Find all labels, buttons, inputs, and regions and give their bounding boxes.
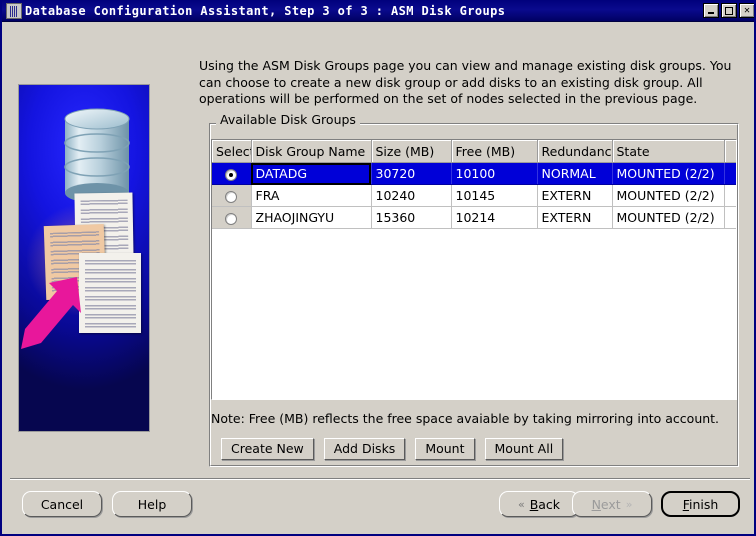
cancel-button[interactable]: Cancel [22, 491, 102, 517]
maximize-icon [722, 4, 736, 17]
table-row[interactable]: DATADG 30720 10100 NORMAL MOUNTED (2/2) [212, 163, 736, 185]
cell-free[interactable]: 10214 [451, 207, 537, 229]
disk-group-actions: Create New Add Disks Mount Mount All [221, 438, 563, 460]
back-button[interactable]: « Back [499, 491, 579, 517]
cell-redundancy[interactable]: NORMAL [537, 163, 612, 185]
column-header-stub [724, 140, 736, 163]
back-label: Back [530, 497, 560, 512]
pink-arrow-icon [19, 273, 89, 363]
cell-state[interactable]: MOUNTED (2/2) [612, 185, 724, 207]
chevron-left-icon: « [518, 498, 525, 511]
next-label: Next [592, 497, 621, 512]
cell-disk-group-name[interactable]: ZHAOJINGYU [251, 207, 371, 229]
table-header-row: Select Disk Group Name Size (MB) Free (M… [212, 140, 736, 163]
cell-state[interactable]: MOUNTED (2/2) [612, 207, 724, 229]
add-disks-button[interactable]: Add Disks [324, 438, 406, 460]
table-row[interactable]: ZHAOJINGYU 15360 10214 EXTERN MOUNTED (2… [212, 207, 736, 229]
cancel-label: Cancel [41, 497, 83, 512]
finish-label: Finish [683, 497, 719, 512]
title-bar: Database Configuration Assistant, Step 3… [2, 0, 756, 22]
minimize-icon [704, 4, 718, 17]
close-button[interactable]: ✕ [739, 3, 755, 18]
cell-disk-group-name[interactable]: FRA [251, 185, 371, 207]
database-app-icon [6, 3, 22, 19]
cell-redundancy[interactable]: EXTERN [537, 207, 612, 229]
cell-size[interactable]: 10240 [371, 185, 451, 207]
free-space-note: Note: Free (MB) reflects the free space … [211, 411, 719, 426]
cell-free[interactable]: 10100 [451, 163, 537, 185]
table-row[interactable]: FRA 10240 10145 EXTERN MOUNTED (2/2) [212, 185, 736, 207]
row-select-cell[interactable] [212, 163, 251, 185]
column-header-disk-group-name[interactable]: Disk Group Name [251, 140, 371, 163]
disk-groups-table[interactable]: Select Disk Group Name Size (MB) Free (M… [211, 139, 737, 400]
radio-button-selected[interactable] [225, 169, 237, 181]
cell-stub [724, 185, 736, 207]
available-disk-groups-label: Available Disk Groups [216, 112, 360, 127]
cell-size[interactable]: 30720 [371, 163, 451, 185]
column-header-select[interactable]: Select [212, 140, 251, 163]
maximize-button[interactable] [721, 3, 737, 18]
row-select-cell[interactable] [212, 207, 251, 229]
cell-stub [724, 163, 736, 185]
cell-redundancy[interactable]: EXTERN [537, 185, 612, 207]
column-header-size[interactable]: Size (MB) [371, 140, 451, 163]
cell-stub [724, 207, 736, 229]
cell-free[interactable]: 10145 [451, 185, 537, 207]
row-select-cell[interactable] [212, 185, 251, 207]
next-button: Next » [572, 491, 652, 517]
window-controls: ✕ [703, 3, 755, 18]
radio-button[interactable] [225, 213, 237, 225]
mount-all-button[interactable]: Mount All [485, 438, 564, 460]
mount-button[interactable]: Mount [415, 438, 474, 460]
page-instructions: Using the ASM Disk Groups page you can v… [199, 58, 741, 108]
help-label: Help [138, 497, 167, 512]
help-button[interactable]: Help [112, 491, 192, 517]
create-new-button[interactable]: Create New [221, 438, 314, 460]
close-icon: ✕ [740, 4, 754, 17]
database-cylinder-icon [63, 107, 131, 205]
minimize-button[interactable] [703, 3, 719, 18]
radio-button[interactable] [225, 191, 237, 203]
cell-size[interactable]: 15360 [371, 207, 451, 229]
cell-state[interactable]: MOUNTED (2/2) [612, 163, 724, 185]
table-body: DATADG 30720 10100 NORMAL MOUNTED (2/2) … [212, 163, 736, 229]
bottom-separator [10, 478, 750, 480]
column-header-state[interactable]: State [612, 140, 724, 163]
finish-button[interactable]: Finish [661, 491, 740, 517]
cell-disk-group-name[interactable]: DATADG [251, 163, 371, 185]
column-header-redundancy[interactable]: Redundancy [537, 140, 612, 163]
chevron-right-icon: » [626, 498, 633, 511]
window-title: Database Configuration Assistant, Step 3… [25, 4, 505, 18]
illustration-panel [18, 84, 150, 432]
dbca-window: Database Configuration Assistant, Step 3… [0, 0, 756, 536]
column-header-free[interactable]: Free (MB) [451, 140, 537, 163]
